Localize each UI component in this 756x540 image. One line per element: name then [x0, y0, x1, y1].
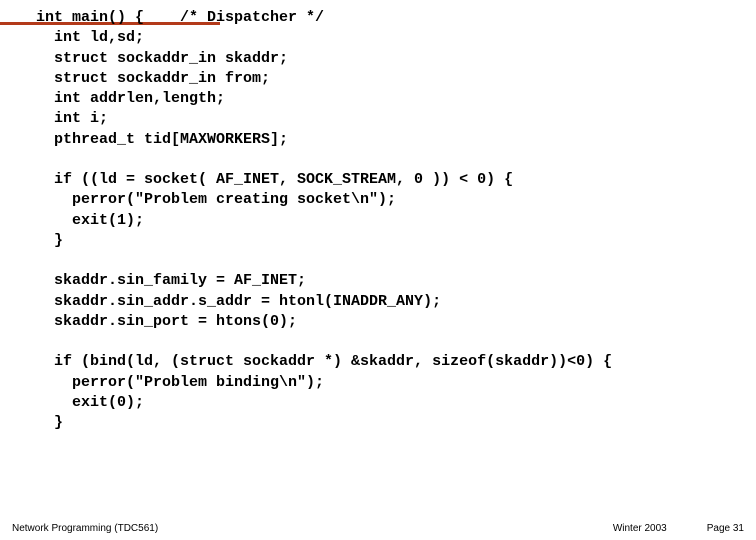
code-line: struct sockaddr_in from; — [36, 70, 270, 87]
code-line: exit(1); — [36, 212, 144, 229]
code-line: skaddr.sin_addr.s_addr = htonl(INADDR_AN… — [36, 293, 441, 310]
code-line: struct sockaddr_in skaddr; — [36, 50, 288, 67]
code-line: perror("Problem creating socket\n"); — [36, 191, 396, 208]
code-line: skaddr.sin_family = AF_INET; — [36, 272, 306, 289]
code-line: } — [36, 414, 63, 431]
code-line: exit(0); — [36, 394, 144, 411]
footer-right: Page 31 — [707, 523, 744, 534]
code-line: pthread_t tid[MAXWORKERS]; — [36, 131, 288, 148]
code-line: if (bind(ld, (struct sockaddr *) &skaddr… — [36, 353, 612, 370]
code-line: int i; — [36, 110, 108, 127]
code-line: } — [36, 232, 63, 249]
code-block: int main() { /* Dispatcher */ int ld,sd;… — [36, 8, 612, 433]
code-line: int main() { /* Dispatcher */ — [36, 9, 324, 26]
code-line: perror("Problem binding\n"); — [36, 374, 324, 391]
footer-center: Winter 2003 — [613, 523, 667, 534]
footer-left: Network Programming (TDC561) — [12, 523, 158, 534]
code-line: if ((ld = socket( AF_INET, SOCK_STREAM, … — [36, 171, 513, 188]
code-line: skaddr.sin_port = htons(0); — [36, 313, 297, 330]
code-line: int ld,sd; — [36, 29, 144, 46]
code-line: int addrlen,length; — [36, 90, 225, 107]
slide-footer: Network Programming (TDC561) Winter 2003… — [12, 523, 744, 534]
